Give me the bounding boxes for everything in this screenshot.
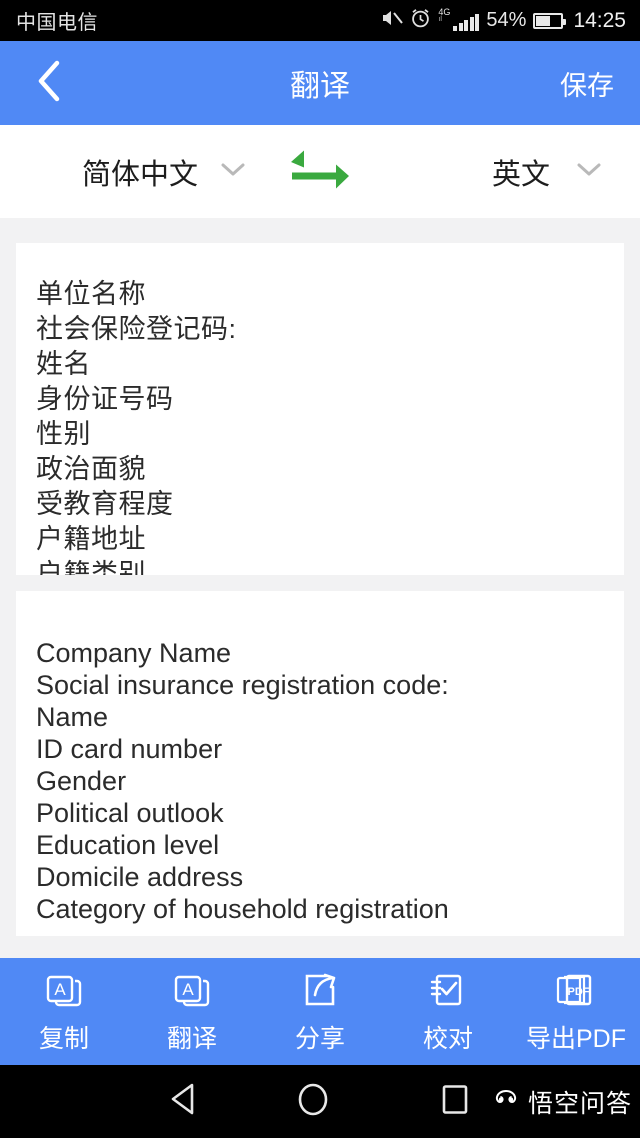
mute-icon	[381, 8, 404, 33]
proofread-label: 校对	[422, 1025, 473, 1053]
language-selector-bar: 简体中文 英文	[0, 125, 640, 218]
swap-arrows-icon	[288, 150, 352, 196]
nav-back-button[interactable]	[160, 1079, 206, 1125]
proofread-button[interactable]: 校对	[384, 968, 512, 1055]
signal-icon: 4G ıl	[438, 7, 480, 31]
chevron-down-icon	[576, 161, 602, 182]
share-button[interactable]: 分享	[256, 968, 384, 1055]
wukong-logo-icon	[491, 1087, 521, 1116]
svg-text:A: A	[54, 980, 66, 999]
svg-text:A: A	[182, 980, 194, 999]
copy-letter-a-icon: A	[41, 968, 87, 1012]
translated-line: Education level	[36, 830, 220, 860]
translated-line: Company Name	[36, 638, 232, 668]
battery-icon	[533, 12, 567, 29]
source-line: 政治面貌	[36, 454, 146, 484]
translated-text-body: Company Name Social insurance registrati…	[16, 591, 624, 925]
nav-recents-button[interactable]	[440, 1083, 470, 1120]
source-line: 户籍地址	[36, 524, 146, 554]
watermark: 悟空问答	[491, 1084, 632, 1120]
share-arrow-icon	[297, 968, 343, 1012]
carrier-label: 中国电信	[16, 12, 98, 34]
translated-line: Political outlook	[36, 798, 224, 828]
source-language-selector[interactable]: 简体中文	[82, 151, 246, 193]
android-nav-bar: 悟空问答	[0, 1065, 640, 1138]
source-text-body: 单位名称 社会保险登记码: 姓名 身份证号码 性别 政治面貌 受教育程度 户籍地…	[16, 243, 624, 575]
export-pdf-icon: PDF	[551, 968, 601, 1012]
export-pdf-button[interactable]: PDF 导出PDF	[512, 968, 640, 1055]
page-title: 翻译	[290, 70, 350, 103]
copy-button[interactable]: A 复制	[0, 968, 128, 1055]
bottom-toolbar: A 复制 A 翻译 分享 校对 PDF 导出PDF	[0, 958, 640, 1065]
save-button[interactable]: 保存	[560, 64, 614, 103]
translate-label: 翻译	[166, 1025, 217, 1053]
translated-line: Name	[36, 702, 109, 732]
chevron-down-icon	[220, 161, 246, 182]
source-text-card[interactable]: 单位名称 社会保险登记码: 姓名 身份证号码 性别 政治面貌 受教育程度 户籍地…	[16, 243, 624, 575]
clock-label: 14:25	[573, 8, 626, 32]
translated-text-card[interactable]: Company Name Social insurance registrati…	[16, 591, 624, 936]
translate-button[interactable]: A 翻译	[128, 968, 256, 1055]
phone-screen: 中国电信 4G ıl 54% 14:25 翻译 保存 简体中文 英文 单位名称 …	[0, 0, 640, 1138]
proofread-check-icon	[425, 968, 471, 1012]
source-line: 受教育程度	[36, 489, 174, 519]
svg-text:PDF: PDF	[568, 986, 590, 998]
alarm-icon	[410, 8, 431, 34]
source-line: 单位名称	[36, 279, 146, 309]
network-type-sub: ıl	[438, 15, 442, 23]
translated-line: Category of household registration	[36, 894, 449, 924]
source-line: 户籍类别	[36, 559, 146, 575]
source-line: 社会保险登记码:	[36, 314, 237, 344]
status-icons: 4G ıl 54% 14:25	[381, 7, 626, 34]
translated-line: Domicile address	[36, 862, 244, 892]
nav-recents-square-icon	[440, 1084, 470, 1119]
back-button[interactable]	[26, 60, 72, 106]
translated-line: Social insurance registration code:	[36, 670, 449, 700]
source-language-label: 简体中文	[82, 158, 199, 191]
translated-line: ID card number	[36, 734, 223, 764]
battery-percent-label: 54%	[486, 9, 527, 31]
translated-line: Gender	[36, 766, 127, 796]
swap-languages-button[interactable]	[288, 146, 352, 197]
watermark-label: 悟空问答	[527, 1089, 632, 1118]
share-label: 分享	[294, 1025, 345, 1053]
nav-home-circle-icon	[296, 1083, 330, 1121]
status-bar: 中国电信 4G ıl 54% 14:25	[0, 0, 640, 41]
chevron-left-icon	[36, 60, 62, 107]
target-language-selector[interactable]: 英文	[492, 151, 602, 193]
export-pdf-label: 导出PDF	[525, 1025, 626, 1053]
app-bar: 翻译 保存	[0, 41, 640, 125]
nav-home-button[interactable]	[296, 1081, 330, 1122]
source-line: 性别	[36, 419, 91, 449]
nav-back-triangle-icon	[167, 1082, 199, 1121]
target-language-label: 英文	[491, 158, 550, 191]
copy-label: 复制	[38, 1025, 89, 1053]
source-line: 姓名	[36, 349, 91, 379]
translate-letter-a-icon: A	[169, 968, 215, 1012]
source-line: 身份证号码	[36, 384, 174, 414]
